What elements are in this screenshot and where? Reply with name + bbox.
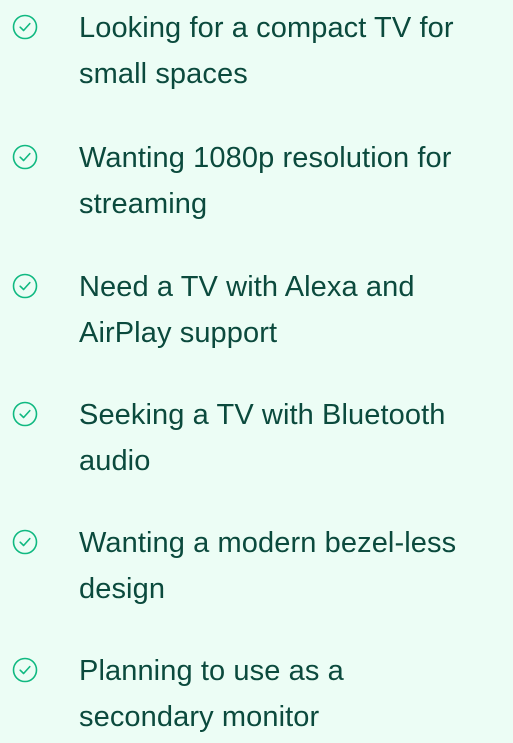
list-item-text: Wanting 1080p resolution for streaming (79, 142, 452, 220)
list-item-text: Looking for a compact TV for small space… (79, 12, 454, 90)
check-circle-icon (12, 14, 38, 40)
list-item: Need a TV with Alexa and AirPlay support (0, 259, 513, 359)
list-item: Planning to use as a secondary monitor (0, 643, 513, 743)
list-item: Wanting 1080p resolution for streaming (0, 130, 513, 230)
check-circle-icon (12, 401, 38, 427)
list-item: Seeking a TV with Bluetooth audio (0, 387, 513, 487)
list-item-text: Planning to use as a secondary monitor (79, 655, 344, 733)
feature-checklist: Looking for a compact TV for small space… (0, 0, 513, 733)
list-item-text: Wanting a modern bezel-less design (79, 527, 457, 605)
list-item-text: Need a TV with Alexa and AirPlay support (79, 271, 415, 349)
list-item: Wanting a modern bezel-less design (0, 515, 513, 615)
check-circle-icon (12, 657, 38, 683)
check-circle-icon (12, 529, 38, 555)
list-item: Looking for a compact TV for small space… (0, 0, 513, 100)
check-circle-icon (12, 273, 38, 299)
check-circle-icon (12, 144, 38, 170)
list-item-text: Seeking a TV with Bluetooth audio (79, 399, 446, 477)
